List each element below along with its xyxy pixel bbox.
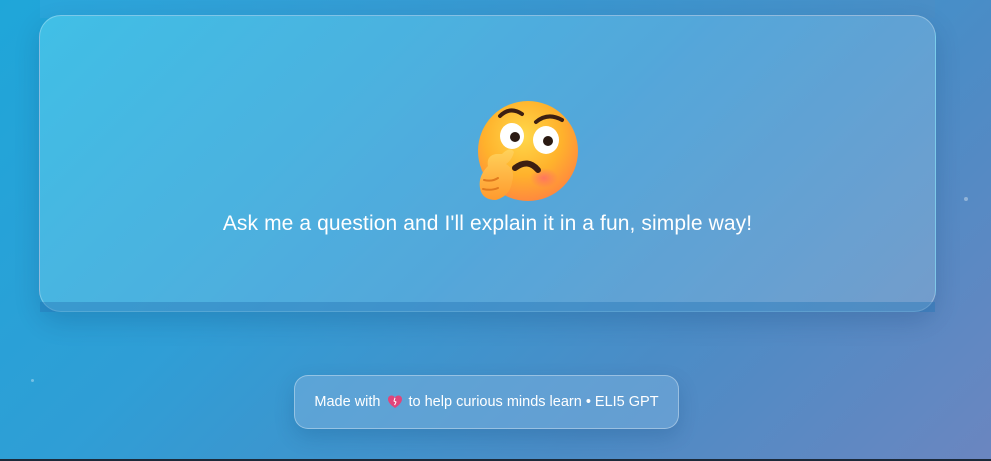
chat-empty-state: Ask me a question and I'll explain it in… [39,15,936,312]
footer-badge: Made with to help curious minds learn • … [294,375,679,429]
thinking-face-icon [478,101,578,201]
decorative-dot [31,379,34,382]
heart-icon [387,395,402,408]
footer-prefix: Made with [314,394,381,410]
empty-state-message: Ask me a question and I'll explain it in… [222,212,753,235]
footer-suffix: to help curious minds learn • ELI5 GPT [408,394,659,410]
decorative-dot [964,197,968,201]
